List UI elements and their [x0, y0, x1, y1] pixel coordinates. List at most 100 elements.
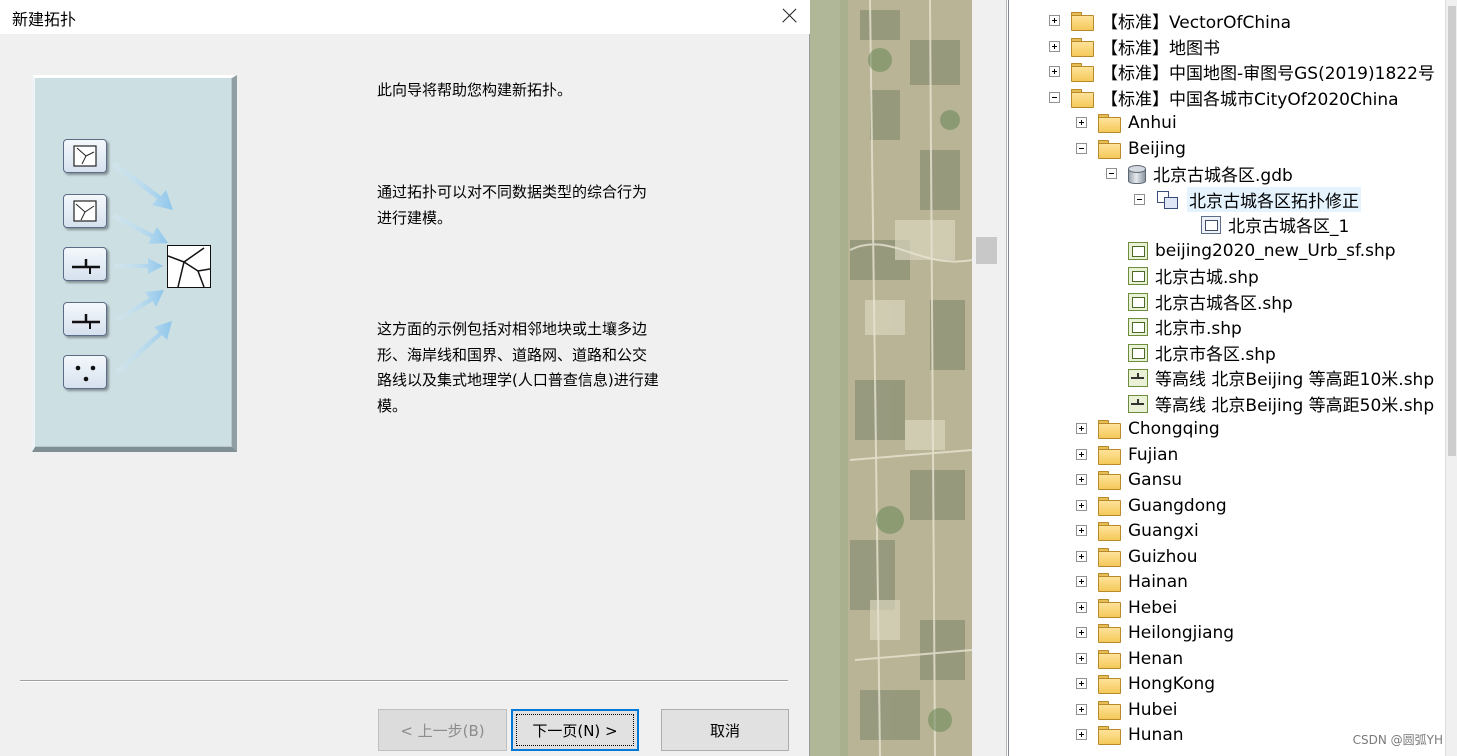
- tree-item[interactable]: Fujian: [1076, 442, 1178, 467]
- tree-item[interactable]: 北京古城各区拓扑修正: [1134, 187, 1361, 212]
- collapse-icon[interactable]: [1049, 92, 1060, 103]
- button-separator: [20, 680, 788, 682]
- tree-item[interactable]: 等高线 北京Beijing 等高距10米.shp: [1128, 365, 1434, 390]
- tree-item[interactable]: beijing2020_new_Urb_sf.shp: [1128, 238, 1396, 263]
- tree-item-label: 等高线 北京Beijing 等高距50米.shp: [1155, 396, 1435, 416]
- expand-icon[interactable]: [1076, 704, 1087, 715]
- folder-icon: [1098, 598, 1121, 618]
- folder-icon: [1098, 623, 1121, 643]
- expand-icon[interactable]: [1076, 627, 1087, 638]
- tree-item[interactable]: 北京古城各区.gdb: [1106, 161, 1293, 186]
- tree-item[interactable]: Hubei: [1076, 697, 1178, 722]
- feature-class-icon: [1201, 215, 1221, 234]
- tree-item-label: 北京古城各区.gdb: [1153, 166, 1293, 186]
- catalog-tree[interactable]: 【标准】VectorOfChina 【标准】地图书 【标准】中国地图-审图号GS(2…: [1008, 0, 1445, 756]
- tree-item[interactable]: 等高线 北京Beijing 等高距50米.shp: [1128, 391, 1434, 416]
- tree-item[interactable]: Hainan: [1076, 569, 1188, 594]
- tree-item-label: 【标准】中国各城市CityOf2020China: [1101, 90, 1399, 110]
- tree-item-label: 【标准】VectorOfChina: [1101, 13, 1292, 33]
- tree-item[interactable]: 北京古城各区_1: [1201, 212, 1349, 237]
- tree-item-label: Chongqing: [1128, 418, 1220, 439]
- tree-item[interactable]: 【标准】中国地图-审图号GS(2019)1822号: [1049, 59, 1435, 84]
- folder-icon: [1098, 725, 1121, 745]
- expand-icon[interactable]: [1049, 15, 1060, 26]
- folder-icon: [1098, 649, 1121, 669]
- tree-item[interactable]: Chongqing: [1076, 416, 1220, 441]
- expand-icon[interactable]: [1076, 117, 1087, 128]
- tree-item[interactable]: Hebei: [1076, 595, 1177, 620]
- polygon-shapefile-icon: [1128, 317, 1148, 336]
- folder-icon: [1071, 37, 1094, 57]
- tree-item[interactable]: 北京古城.shp: [1128, 263, 1259, 288]
- tree-item[interactable]: 北京古城各区.shp: [1128, 289, 1293, 314]
- tree-item[interactable]: Guangdong: [1076, 493, 1227, 518]
- tree-item[interactable]: 【标准】中国各城市CityOf2020China: [1049, 85, 1399, 110]
- tree-item[interactable]: HongKong: [1076, 671, 1215, 696]
- map-view[interactable]: [810, 0, 972, 756]
- expand-icon[interactable]: [1076, 653, 1087, 664]
- folder-icon: [1098, 445, 1121, 465]
- collapse-icon[interactable]: [1134, 194, 1145, 205]
- tree-item[interactable]: 【标准】VectorOfChina: [1049, 8, 1291, 33]
- expand-icon[interactable]: [1076, 576, 1087, 587]
- point-source-icon: [63, 355, 107, 389]
- expand-icon[interactable]: [1049, 66, 1060, 77]
- expand-icon[interactable]: [1076, 474, 1087, 485]
- tree-item[interactable]: Gansu: [1076, 467, 1182, 492]
- tree-item[interactable]: 北京市.shp: [1128, 314, 1242, 339]
- polygon-shapefile-icon: [1128, 241, 1148, 260]
- vertical-scrollbar[interactable]: [1445, 0, 1457, 756]
- folder-icon: [1098, 521, 1121, 541]
- tree-item[interactable]: 北京市各区.shp: [1128, 340, 1276, 365]
- tree-item[interactable]: Hunan: [1076, 722, 1184, 747]
- tree-item[interactable]: Guangxi: [1076, 518, 1199, 543]
- tree-item-label: Guangxi: [1128, 520, 1199, 541]
- satellite-imagery: [810, 0, 972, 756]
- tree-item-label: Hubei: [1128, 699, 1178, 720]
- tree-item[interactable]: Henan: [1076, 646, 1183, 671]
- topology-illustration: [32, 75, 237, 452]
- tree-item[interactable]: Guizhou: [1076, 544, 1198, 569]
- scrollbar-thumb[interactable]: [1448, 6, 1456, 456]
- expand-icon[interactable]: [1076, 500, 1087, 511]
- expand-icon[interactable]: [1076, 525, 1087, 536]
- expand-icon[interactable]: [1076, 729, 1087, 740]
- watermark: CSDN @圆弧YH: [1352, 733, 1443, 747]
- tree-item[interactable]: 【标准】地图书: [1049, 34, 1220, 59]
- tree-item[interactable]: Anhui: [1076, 110, 1177, 135]
- cancel-button[interactable]: 取消: [661, 709, 789, 751]
- expand-icon[interactable]: [1076, 678, 1087, 689]
- tree-item-label: HongKong: [1128, 673, 1216, 694]
- polygon-shapefile-icon: [1128, 266, 1148, 285]
- expand-icon[interactable]: [1049, 41, 1060, 52]
- polygon-source-icon-2: [63, 194, 107, 228]
- tree-item-label: Guizhou: [1128, 546, 1198, 567]
- tree-item-label: Hunan: [1128, 724, 1184, 745]
- tree-item[interactable]: Heilongjiang: [1076, 620, 1234, 645]
- folder-icon: [1098, 419, 1121, 439]
- expand-icon[interactable]: [1076, 602, 1087, 613]
- collapse-icon[interactable]: [1106, 168, 1117, 179]
- back-button[interactable]: < 上一步(B): [378, 709, 507, 751]
- expand-icon[interactable]: [1076, 449, 1087, 460]
- folder-icon: [1098, 547, 1121, 567]
- geodatabase-icon: [1128, 164, 1146, 184]
- line-source-icon-2: [63, 302, 107, 336]
- next-button[interactable]: 下一页(N) >: [511, 709, 639, 751]
- splitter-grip[interactable]: [976, 237, 997, 264]
- dialog-titlebar: 新建拓扑: [0, 0, 810, 34]
- folder-icon: [1098, 113, 1121, 133]
- expand-icon[interactable]: [1076, 551, 1087, 562]
- new-topology-dialog: 新建拓扑 此向导将帮助您构建新拓扑。 通过拓扑可以对不同数据类型的综合行为 进行…: [0, 0, 810, 756]
- expand-icon[interactable]: [1076, 423, 1087, 434]
- polygon-shapefile-icon: [1128, 292, 1148, 311]
- panel-splitter[interactable]: [972, 0, 1007, 756]
- close-icon[interactable]: [764, 0, 810, 32]
- tree-item-label: Guangdong: [1128, 495, 1227, 516]
- tree-item-label: 【标准】地图书: [1101, 39, 1220, 59]
- tree-item[interactable]: Beijing: [1076, 136, 1186, 161]
- tree-item-label: 北京市.shp: [1155, 319, 1242, 339]
- folder-icon: [1071, 62, 1094, 82]
- collapse-icon[interactable]: [1076, 143, 1087, 154]
- topology-result-icon: [167, 245, 211, 288]
